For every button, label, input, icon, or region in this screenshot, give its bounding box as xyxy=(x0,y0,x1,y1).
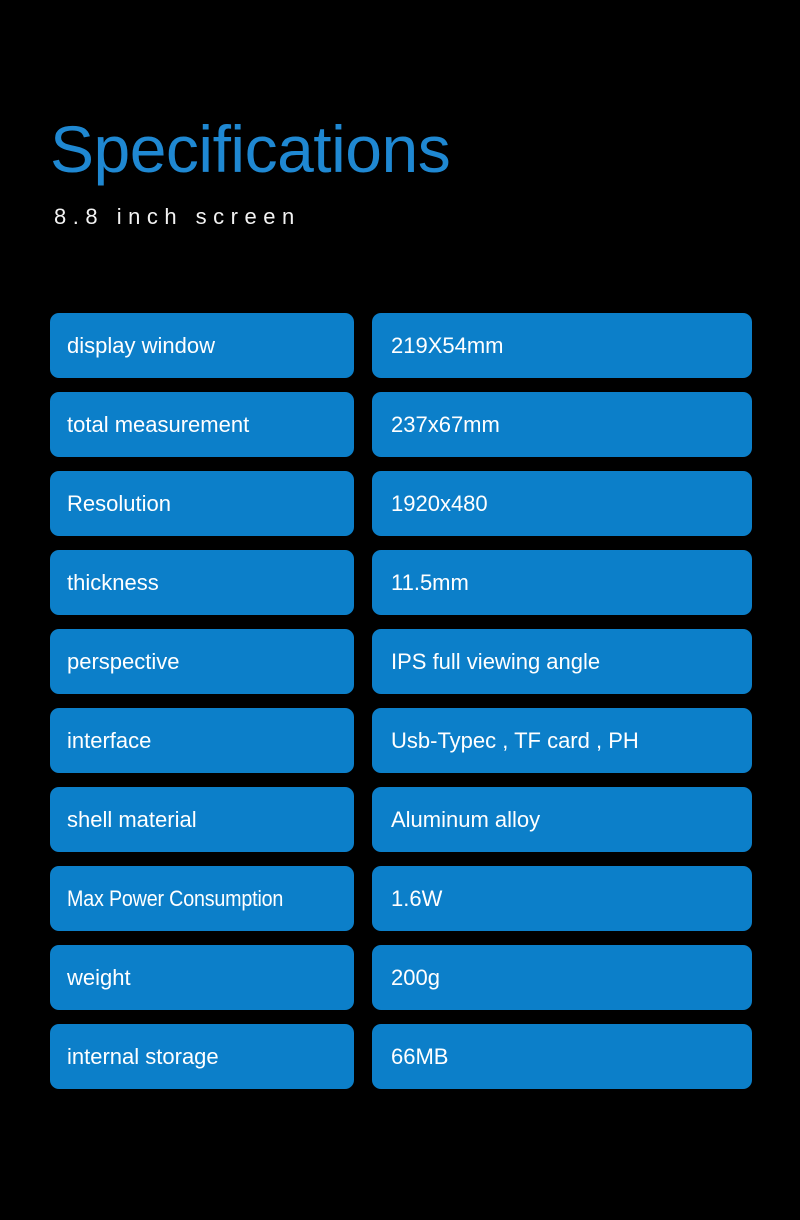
spec-value-text: 219X54mm xyxy=(391,332,504,358)
spec-value-text: Aluminum alloy xyxy=(391,806,541,832)
spec-value-text: 237x67mm xyxy=(391,411,500,437)
spec-label-text: display window xyxy=(67,332,215,358)
spec-label-text: weight xyxy=(67,964,131,990)
spec-value-cell: 1920x480 xyxy=(372,471,752,536)
spec-value-cell: 11.5mm xyxy=(372,550,752,615)
spec-label-text: thickness xyxy=(67,569,159,595)
spec-row: interface Usb-Typec , TF card , PH xyxy=(50,708,752,773)
specifications-page: Specifications 8.8 inch screen display w… xyxy=(0,0,800,1220)
spec-row: weight 200g xyxy=(50,945,752,1010)
spec-row: Resolution 1920x480 xyxy=(50,471,752,536)
spec-row: internal storage 66MB xyxy=(50,1024,752,1089)
spec-label-cell: internal storage xyxy=(50,1024,354,1089)
spec-row: perspective IPS full viewing angle xyxy=(50,629,752,694)
spec-value-cell: 237x67mm xyxy=(372,392,752,457)
spec-row: display window 219X54mm xyxy=(50,313,752,378)
spec-row: Max Power Consumption 1.6W xyxy=(50,866,752,931)
spec-row: total measurement 237x67mm xyxy=(50,392,752,457)
spec-value-cell: Aluminum alloy xyxy=(372,787,752,852)
spec-label-cell: Resolution xyxy=(50,471,354,536)
spec-row: shell material Aluminum alloy xyxy=(50,787,752,852)
page-title: Specifications xyxy=(50,112,451,186)
spec-value-text: 1.6W xyxy=(391,885,443,911)
spec-label-cell: thickness xyxy=(50,550,354,615)
spec-value-cell: 219X54mm xyxy=(372,313,752,378)
spec-value-text: 66MB xyxy=(391,1043,449,1069)
spec-value-text: 1920x480 xyxy=(391,490,488,516)
spec-label-cell: Max Power Consumption xyxy=(50,866,354,931)
page-subtitle: 8.8 inch screen xyxy=(54,204,301,229)
spec-label-cell: total measurement xyxy=(50,392,354,457)
spec-label-cell: perspective xyxy=(50,629,354,694)
spec-value-cell: IPS full viewing angle xyxy=(372,629,752,694)
spec-label-text: Resolution xyxy=(67,490,171,516)
spec-label-text: interface xyxy=(67,727,152,753)
spec-row: thickness 11.5mm xyxy=(50,550,752,615)
spec-value-text: Usb-Typec , TF card , PH xyxy=(391,727,639,753)
spec-label-text: shell material xyxy=(67,806,197,832)
spec-value-cell: 1.6W xyxy=(372,866,752,931)
spec-value-cell: Usb-Typec , TF card , PH xyxy=(372,708,752,773)
spec-label-text: total measurement xyxy=(67,411,250,437)
spec-label-cell: display window xyxy=(50,313,354,378)
spec-label-text: perspective xyxy=(67,648,180,674)
spec-label-cell: interface xyxy=(50,708,354,773)
spec-label-text: Max Power Consumption xyxy=(67,885,284,911)
spec-label-text: internal storage xyxy=(67,1043,219,1069)
spec-value-text: IPS full viewing angle xyxy=(391,648,601,674)
spec-value-cell: 66MB xyxy=(372,1024,752,1089)
spec-table: display window 219X54mm total measurement 2… xyxy=(50,313,752,1089)
spec-value-cell: 200g xyxy=(372,945,752,1010)
spec-label-cell: weight xyxy=(50,945,354,1010)
spec-label-cell: shell material xyxy=(50,787,354,852)
spec-value-text: 11.5mm xyxy=(391,569,469,595)
spec-value-text: 200g xyxy=(391,964,440,990)
header: Specifications 8.8 inch screen xyxy=(50,112,750,232)
